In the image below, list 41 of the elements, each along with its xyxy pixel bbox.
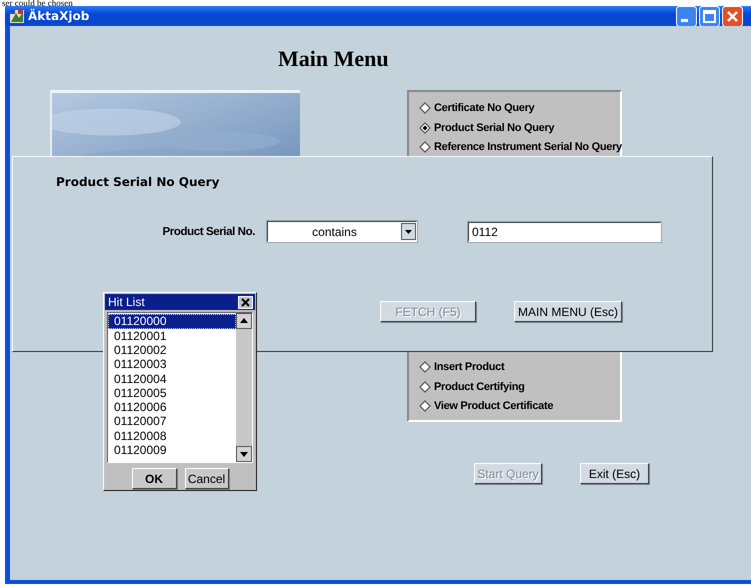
hit-list-item[interactable]: 01120001	[108, 328, 236, 343]
dialog-button[interactable]: Cancel	[184, 468, 228, 489]
radio-icon[interactable]	[419, 360, 431, 373]
scrollbar[interactable]	[236, 313, 252, 462]
menu-option[interactable]: Product Serial No Query	[434, 122, 554, 134]
hit-list-item[interactable]: 01120008	[108, 428, 236, 444]
menu-option[interactable]: Certificate No Query	[434, 102, 534, 114]
hit-list-item[interactable]: 01120004	[108, 372, 236, 386]
menu-option[interactable]: View Product Certificate	[434, 400, 554, 412]
caption-text: ser could be chosen	[1, 0, 73, 6]
window-title: ÄktaXjob	[28, 9, 90, 23]
hit-list-title: Hit List	[108, 295, 145, 310]
hit-list-item[interactable]: 01120009	[108, 443, 236, 458]
hit-list-item[interactable]: 01120000	[108, 314, 236, 329]
menu-button[interactable]: Exit (Esc)	[580, 463, 649, 484]
radio-icon[interactable]	[419, 141, 431, 154]
menu-option[interactable]: Reference Instrument Serial No Query	[434, 141, 622, 154]
operator-dropdown[interactable]: contains	[267, 221, 417, 242]
serial-input-field[interactable]: 0112	[468, 222, 661, 242]
dialog-title: Product Serial No Query	[56, 175, 220, 189]
menu-option[interactable]: Product Certifying	[434, 380, 525, 393]
maximize-icon[interactable]	[699, 6, 720, 26]
menu-option[interactable]: Insert Product	[434, 360, 504, 373]
scroll-up-icon[interactable]	[236, 313, 252, 330]
hit-list-item[interactable]: 01120003	[108, 357, 236, 372]
dialog-button[interactable]: OK	[132, 468, 176, 489]
radio-icon[interactable]	[419, 380, 431, 393]
hit-list-item[interactable]: 01120002	[108, 343, 236, 358]
close-icon[interactable]	[238, 296, 253, 309]
scroll-down-icon[interactable]	[236, 446, 252, 462]
hit-list-item[interactable]: 01120005	[108, 386, 236, 400]
radio-icon[interactable]	[419, 102, 431, 114]
main-menu-title: Main Menu	[278, 46, 389, 72]
app-icon	[9, 8, 25, 24]
hit-list-item[interactable]: 01120006	[108, 400, 236, 414]
radio-selected-icon[interactable]	[419, 122, 431, 134]
hit-list-item[interactable]: 01120007	[108, 414, 236, 429]
dialog-button[interactable]: MAIN MENU (Esc)	[514, 301, 622, 322]
minimize-icon[interactable]	[676, 6, 697, 26]
field-label: Product Serial No.	[162, 226, 255, 238]
radio-icon[interactable]	[419, 400, 431, 412]
